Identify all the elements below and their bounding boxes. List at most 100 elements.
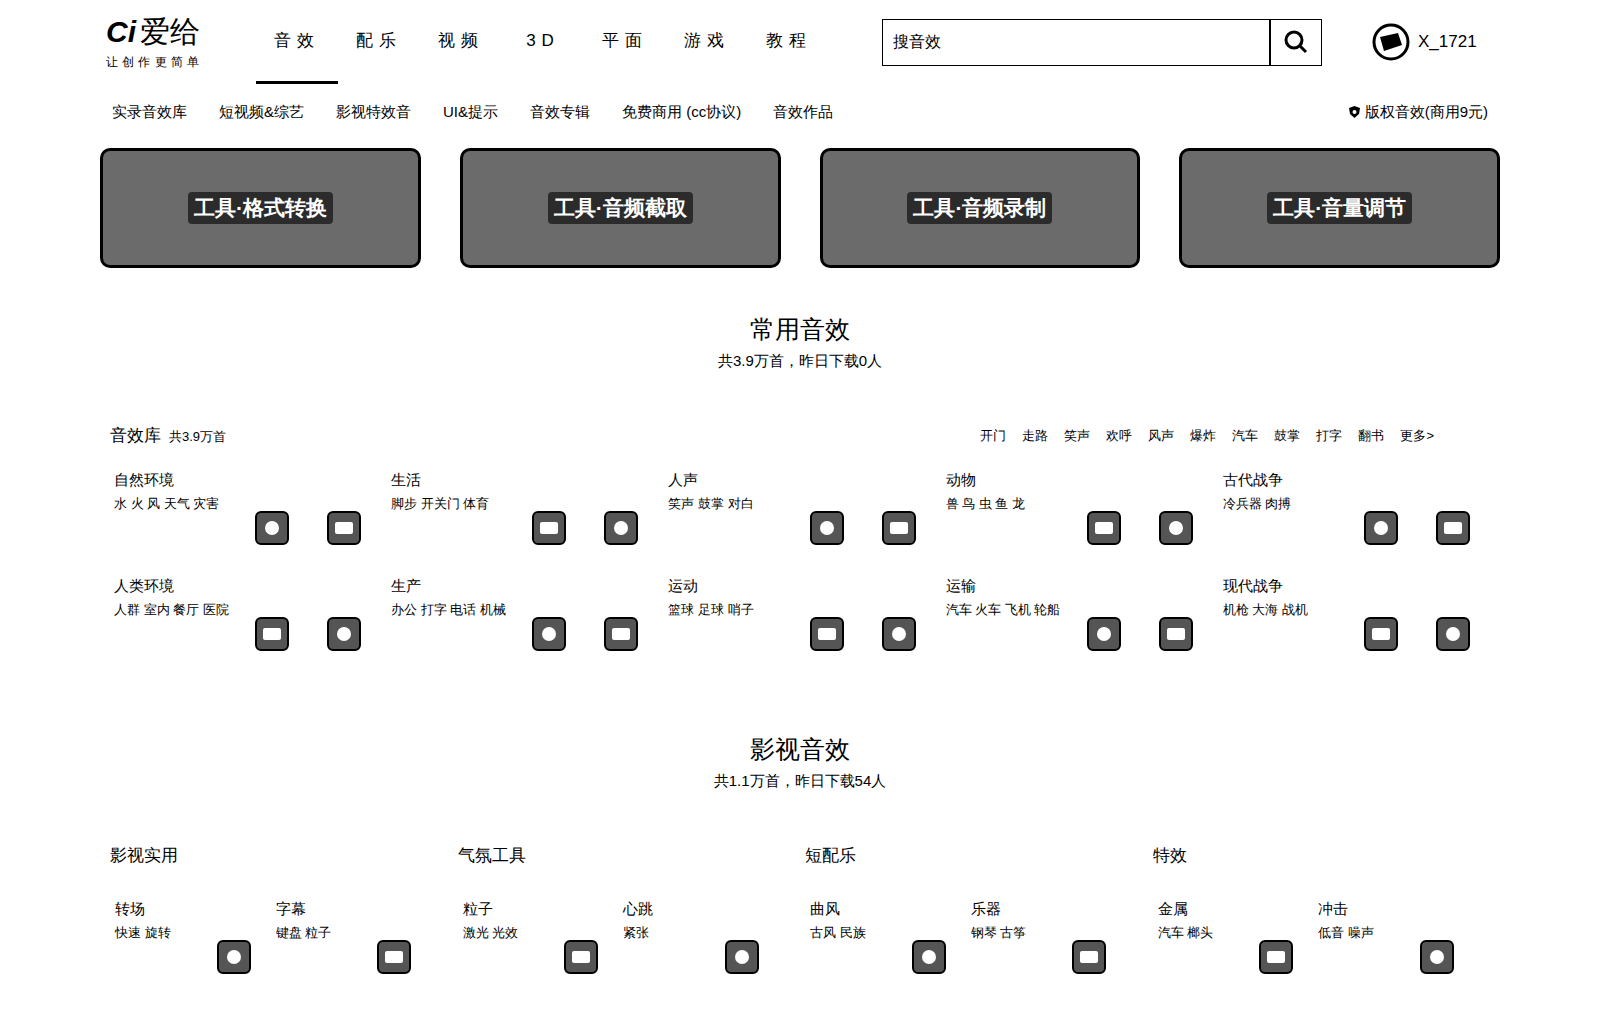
tool-card[interactable]: 工具·音量调节 (1179, 148, 1500, 268)
sub-nav-item[interactable]: 实录音效库 (112, 101, 187, 124)
nav-item[interactable]: 教程 (748, 0, 830, 84)
thumbnail[interactable] (532, 511, 566, 545)
thumbnail[interactable] (1087, 617, 1121, 651)
thumbnail[interactable] (1364, 617, 1398, 651)
sub-nav-item[interactable]: UI&提示 (443, 101, 498, 124)
category-cell[interactable]: 古代战争冷兵器 肉搏 (1223, 470, 1500, 576)
thumbnail[interactable] (882, 617, 916, 651)
sub-nav-item[interactable]: 短视频&综艺 (219, 101, 304, 124)
film-item[interactable]: 乐器钢琴 古筝 (971, 899, 1132, 974)
category-cell[interactable]: 生产办公 打字 电话 机械 (391, 576, 668, 682)
film-item[interactable]: 冲击低音 噪声 (1318, 899, 1479, 974)
logo-slogan: 让创作更简单 (106, 53, 256, 71)
thumbnail[interactable] (1436, 511, 1470, 545)
thumbnail[interactable] (327, 617, 361, 651)
thumbnail[interactable] (327, 511, 361, 545)
nav-item[interactable]: 游戏 (666, 0, 748, 84)
nav-item[interactable]: 平面 (584, 0, 666, 84)
thumbnail[interactable] (1436, 617, 1470, 651)
category-cell[interactable]: 运动篮球 足球 哨子 (668, 576, 945, 682)
film-item[interactable]: 曲风古风 民族 (810, 899, 971, 974)
tool-card[interactable]: 工具·格式转换 (100, 148, 421, 268)
thumbnail-graphic (612, 628, 630, 640)
tag-link[interactable]: 笑声 (1064, 426, 1090, 446)
tag-link[interactable]: 汽车 (1232, 426, 1258, 446)
thumbnail[interactable] (1364, 511, 1398, 545)
copyright-link[interactable]: 版权音效(商用9元) (1348, 101, 1488, 124)
film-item[interactable]: 粒子激光 光效 (463, 899, 624, 974)
tag-link[interactable]: 走路 (1022, 426, 1048, 446)
nav-item[interactable]: 配乐 (338, 0, 420, 84)
thumbnail-graphic (1446, 627, 1460, 641)
thumbnail[interactable] (217, 940, 251, 974)
film-item-tags: 激光 光效 (463, 924, 624, 942)
section-header: 常用音效共3.9万首，昨日下载0人 (100, 312, 1500, 373)
sub-nav-item[interactable]: 音效作品 (773, 101, 833, 124)
tag-link[interactable]: 翻书 (1358, 426, 1384, 446)
thumbnail[interactable] (912, 940, 946, 974)
thumbnail[interactable] (255, 617, 289, 651)
thumbnail[interactable] (564, 940, 598, 974)
thumbnail[interactable] (1159, 511, 1193, 545)
user-menu[interactable]: X_1721 (1372, 23, 1477, 61)
category-cell[interactable]: 人类环境人群 室内 餐厅 医院 (114, 576, 391, 682)
thumbnail-row (114, 617, 391, 651)
tag-link[interactable]: 更多> (1400, 426, 1434, 446)
sub-nav-item[interactable]: 音效专辑 (530, 101, 590, 124)
film-item[interactable]: 转场快速 旋转 (115, 899, 276, 974)
tag-link[interactable]: 爆炸 (1190, 426, 1216, 446)
thumbnail-graphic (542, 627, 556, 641)
sub-nav-item[interactable]: 免费商用 (cc协议) (622, 101, 741, 124)
thumbnail[interactable] (1072, 940, 1106, 974)
search-button[interactable] (1269, 20, 1321, 65)
film-item-title: 冲击 (1318, 899, 1479, 919)
tag-link[interactable]: 风声 (1148, 426, 1174, 446)
header: Ci爱给让创作更简单音效配乐视频3D平面游戏教程X_1721 (100, 0, 1500, 84)
search-input[interactable] (883, 20, 1269, 65)
thumbnail-graphic (614, 521, 628, 535)
thumbnail[interactable] (1420, 940, 1454, 974)
tag-link[interactable]: 欢呼 (1106, 426, 1132, 446)
thumbnail-graphic (1430, 950, 1444, 964)
thumbnail[interactable] (1087, 511, 1121, 545)
thumbnail[interactable] (1259, 940, 1293, 974)
category-cell[interactable]: 现代战争机枪 大海 战机 (1223, 576, 1500, 682)
tool-card[interactable]: 工具·音频录制 (820, 148, 1141, 268)
thumbnail[interactable] (604, 617, 638, 651)
thumbnail-graphic (572, 951, 590, 963)
nav-item[interactable]: 音效 (256, 0, 338, 84)
thumbnail[interactable] (532, 617, 566, 651)
logo-name: 爱给 (140, 17, 200, 47)
sub-nav-list: 实录音效库 短视频&综艺 影视特效音 UI&提示 音效专辑 免费商用 (cc协议) 音效作品 (112, 101, 833, 124)
thumbnail[interactable] (604, 511, 638, 545)
thumbnail[interactable] (1159, 617, 1193, 651)
category-title: 人类环境 (114, 576, 391, 596)
nav-item[interactable]: 视频 (420, 0, 502, 84)
tag-link[interactable]: 鼓掌 (1274, 426, 1300, 446)
thumbnail-row (114, 511, 391, 545)
thumbnail[interactable] (810, 617, 844, 651)
film-item[interactable]: 金属汽车 榔头 (1158, 899, 1319, 974)
thumbnail[interactable] (377, 940, 411, 974)
category-cell[interactable]: 运输汽车 火车 飞机 轮船 (946, 576, 1223, 682)
user-name: X_1721 (1418, 29, 1477, 55)
tool-card-label: 工具·音频录制 (907, 192, 1052, 224)
sub-nav-item[interactable]: 影视特效音 (336, 101, 411, 124)
thumbnail[interactable] (255, 511, 289, 545)
tool-card[interactable]: 工具·音频截取 (460, 148, 781, 268)
tag-link[interactable]: 打字 (1316, 426, 1342, 446)
film-item[interactable]: 字幕键盘 粒子 (276, 899, 437, 974)
logo[interactable]: Ci爱给让创作更简单 (100, 13, 256, 71)
film-item[interactable]: 心跳紧张 (623, 899, 784, 974)
category-cell[interactable]: 自然环境水 火 风 天气 灾害 (114, 470, 391, 576)
category-cell[interactable]: 动物兽 鸟 虫 鱼 龙 (946, 470, 1223, 576)
category-cell[interactable]: 人声笑声 鼓掌 对白 (668, 470, 945, 576)
thumbnail[interactable] (882, 511, 916, 545)
thumbnail-graphic (1372, 628, 1390, 640)
tag-link[interactable]: 开门 (980, 426, 1006, 446)
library-count: 共3.9万首 (169, 427, 226, 447)
thumbnail[interactable] (725, 940, 759, 974)
nav-item[interactable]: 3D (502, 0, 584, 84)
category-cell[interactable]: 生活脚步 开关门 体育 (391, 470, 668, 576)
thumbnail[interactable] (810, 511, 844, 545)
